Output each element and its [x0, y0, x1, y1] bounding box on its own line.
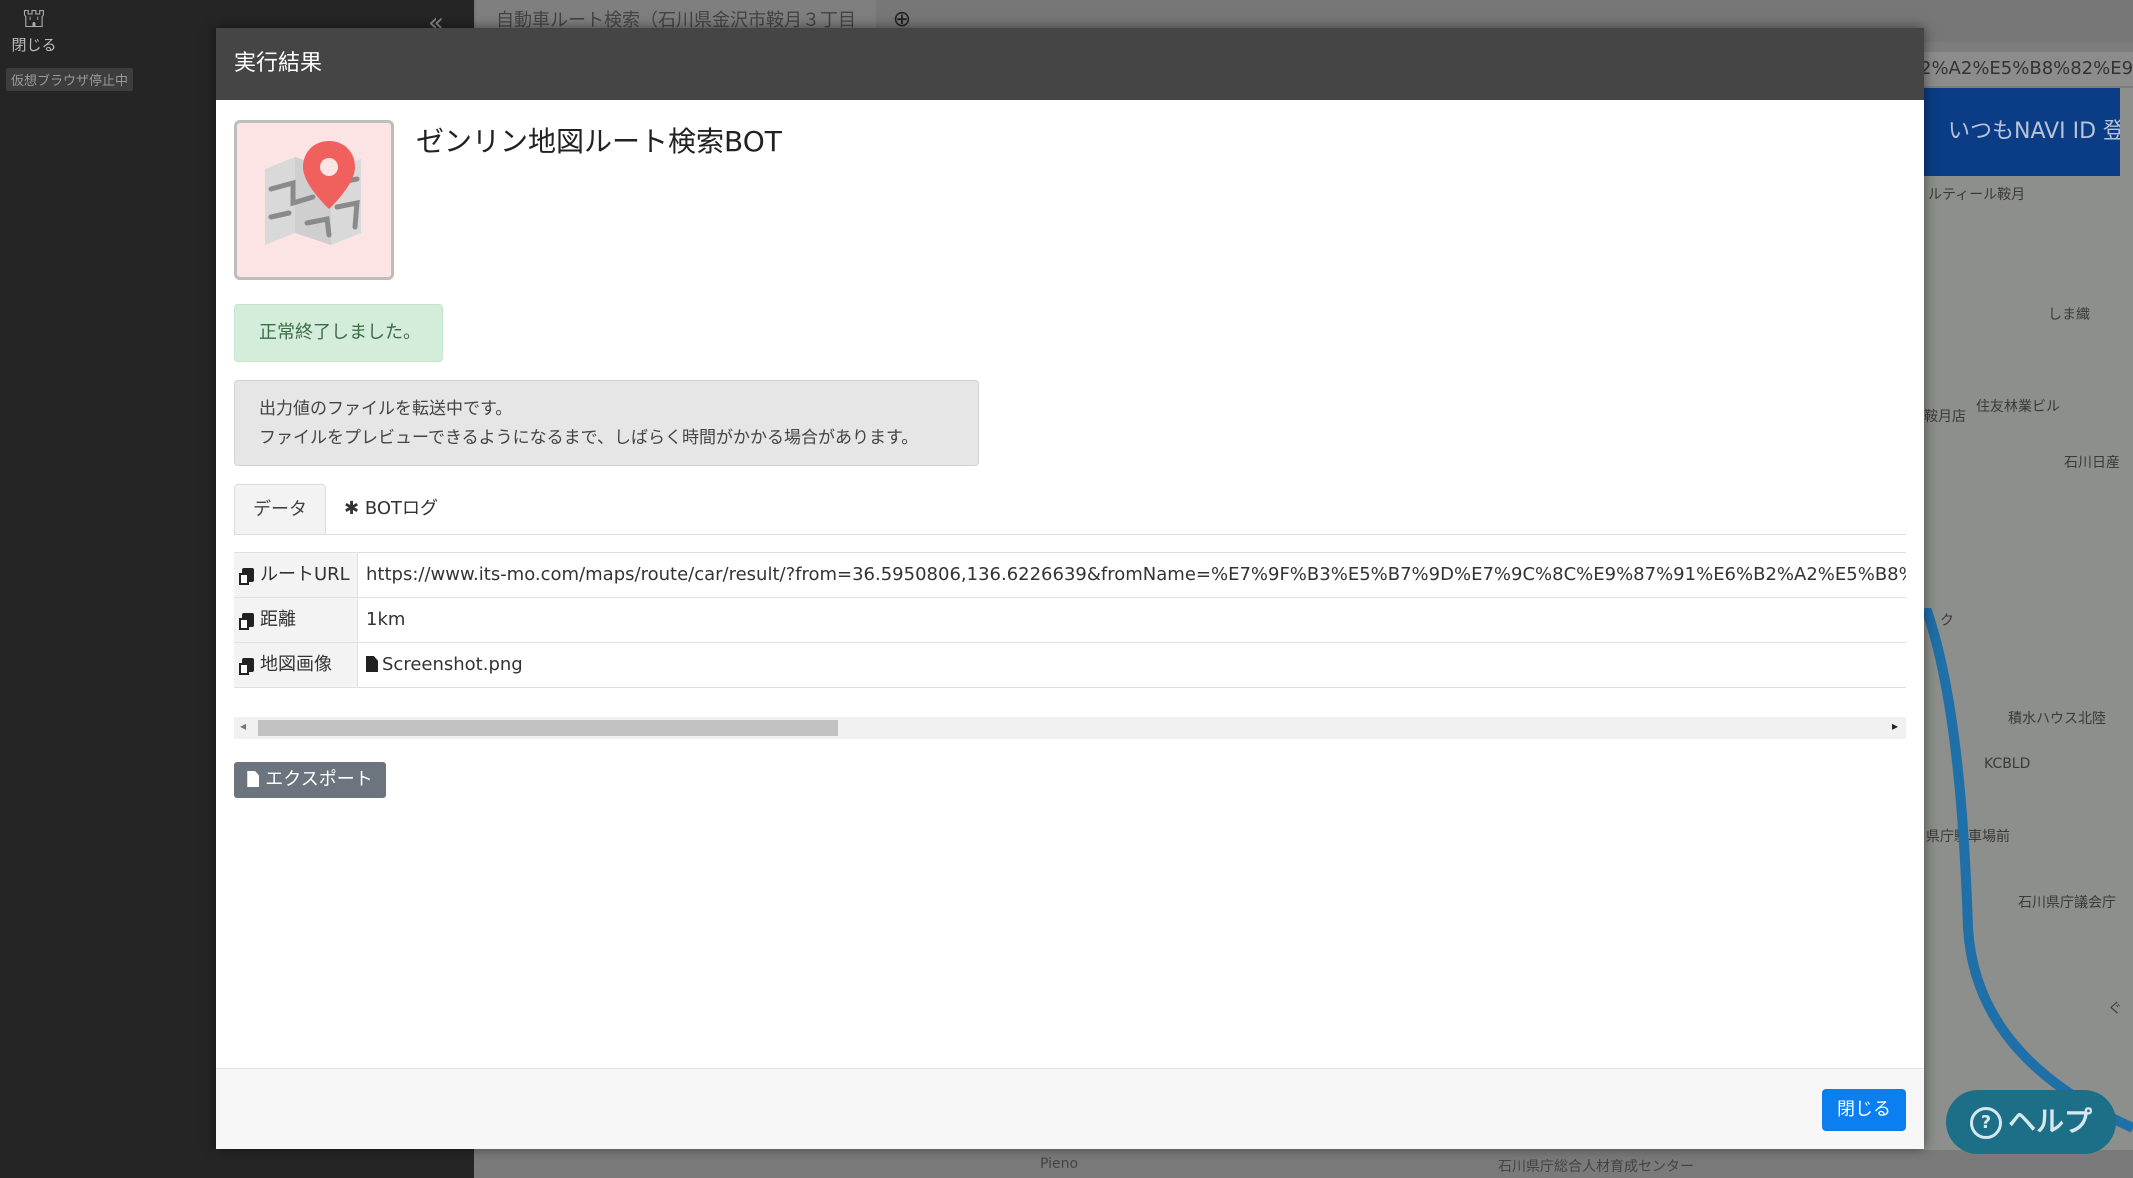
copy-icon[interactable]	[239, 658, 254, 675]
scroll-left-icon[interactable]: ◂	[240, 719, 246, 733]
copy-icon[interactable]	[239, 568, 254, 585]
bug-icon: ✱	[344, 498, 360, 519]
row-key-label: 距離	[260, 609, 296, 630]
map-label: 石川県庁総合人材育成センター	[1498, 1159, 1694, 1175]
tab-bot-log[interactable]: ✱ BOTログ	[344, 484, 438, 534]
bot-title: ゼンリン地図ルート検索BOT	[416, 125, 782, 158]
tab-bot-log-label: BOTログ	[364, 498, 439, 519]
modal-footer: 閉じる	[216, 1068, 1924, 1149]
map-pin-icon	[234, 120, 394, 280]
map-view[interactable]: いつもNAVI ID 登 ルティール鞍月 しま織 鞍月店 住友林業ビル 石川日産…	[1924, 88, 2133, 1168]
info-line: ファイルをプレビューできるようになるまで、しばらく時間がかかる場合があります。	[259, 428, 919, 448]
virtual-browser-status-badge: 仮想ブラウザ停止中	[6, 68, 134, 91]
copy-icon[interactable]	[239, 613, 254, 630]
row-key: 距離	[234, 598, 358, 642]
modal-title: 実行結果	[216, 28, 1924, 100]
help-label: ヘルプ	[2007, 1105, 2092, 1138]
export-label: エクスポート	[265, 769, 373, 790]
map-label: 住友林業ビル	[1976, 399, 2060, 415]
close-app-label: 閉じる	[11, 36, 57, 54]
url-bar[interactable]: 2%A2%E5%B8%82%E9%	[1920, 52, 2133, 86]
execution-result-modal: 実行結果 ゼンリン地図ルート検索BOT 正常終了しました。 出力値のファイルを転…	[216, 28, 1924, 1149]
map-label: Pieno	[1040, 1156, 1079, 1172]
row-key-label: 地図画像	[260, 654, 332, 675]
success-alert: 正常終了しました。	[234, 304, 443, 362]
scroll-right-icon[interactable]: ▸	[1892, 719, 1898, 733]
table-row: 距離 1km	[234, 598, 1906, 643]
output-table: ルートURL https://www.its-mo.com/maps/route…	[234, 552, 1906, 688]
scrollbar-thumb[interactable]	[258, 720, 838, 736]
row-key: ルートURL	[234, 553, 358, 597]
map-label: 石川日産	[2064, 455, 2120, 471]
row-value-image[interactable]: Screenshot.png	[366, 643, 1906, 687]
export-button[interactable]: エクスポート	[234, 762, 386, 798]
table-row: ルートURL https://www.its-mo.com/maps/route…	[234, 553, 1906, 598]
close-button[interactable]: 閉じる	[1822, 1089, 1906, 1131]
file-icon	[366, 656, 378, 672]
map-bottom-strip: Pieno 石川県庁総合人材育成センター	[474, 1150, 2133, 1178]
tab-data[interactable]: データ	[234, 484, 326, 534]
info-alert: 出力値のファイルを転送中です。 ファイルをプレビューできるようになるまで、しばら…	[234, 380, 979, 466]
door-icon: ⛫	[22, 4, 46, 34]
route-line	[1924, 608, 2133, 1133]
map-label: 鞍月店	[1924, 409, 1966, 425]
row-value-distance: 1km	[366, 609, 406, 630]
navi-id-banner[interactable]: いつもNAVI ID 登	[1924, 88, 2120, 176]
map-label: ルティール鞍月	[1928, 187, 2026, 203]
table-row: 地図画像 Screenshot.png	[234, 643, 1906, 688]
horizontal-scrollbar[interactable]: ◂ ▸	[234, 717, 1906, 739]
question-icon: ?	[1969, 1107, 2002, 1139]
row-key: 地図画像	[234, 643, 358, 687]
file-link[interactable]: Screenshot.png	[382, 654, 523, 675]
result-tabs: データ ✱ BOTログ	[234, 484, 1906, 535]
close-app-button[interactable]: ⛫ 閉じる	[10, 4, 58, 55]
row-value-url[interactable]: https://www.its-mo.com/maps/route/car/re…	[366, 553, 1906, 597]
help-button[interactable]: ? ヘルプ	[1946, 1090, 2116, 1154]
info-line: 出力値のファイルを転送中です。	[259, 399, 513, 419]
export-icon	[247, 771, 260, 787]
row-key-label: ルートURL	[260, 564, 350, 585]
map-label: しま織	[2048, 307, 2090, 323]
